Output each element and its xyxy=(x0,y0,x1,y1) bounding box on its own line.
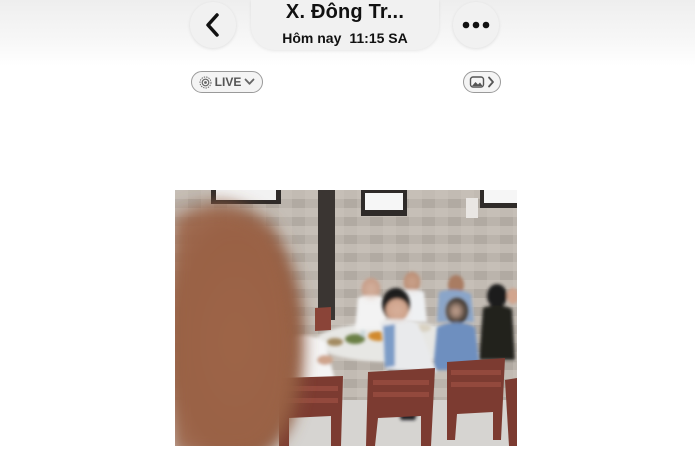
page-title: X. Đông Tr... xyxy=(285,1,405,23)
live-photo-toggle[interactable]: LIVE xyxy=(191,71,263,93)
album-icon xyxy=(469,76,485,88)
timestamp: Hôm nay 11:15 SA xyxy=(251,30,439,46)
back-button[interactable] xyxy=(190,2,236,48)
live-label: LIVE xyxy=(214,75,242,89)
time-label: 11:15 SA xyxy=(349,30,408,46)
chevron-right-icon xyxy=(488,76,494,88)
ellipsis-icon xyxy=(462,21,490,29)
photo-image xyxy=(175,190,517,446)
more-options-button[interactable] xyxy=(453,2,499,48)
chevron-left-icon xyxy=(206,13,219,37)
album-button[interactable] xyxy=(463,71,501,93)
live-photo-icon xyxy=(199,76,212,88)
chevron-down-icon xyxy=(244,78,255,85)
title-pill[interactable]: X. Đông Tr... Hôm nay 11:15 SA xyxy=(251,0,439,50)
photo[interactable] xyxy=(175,190,517,446)
date-label: Hôm nay xyxy=(282,30,342,46)
